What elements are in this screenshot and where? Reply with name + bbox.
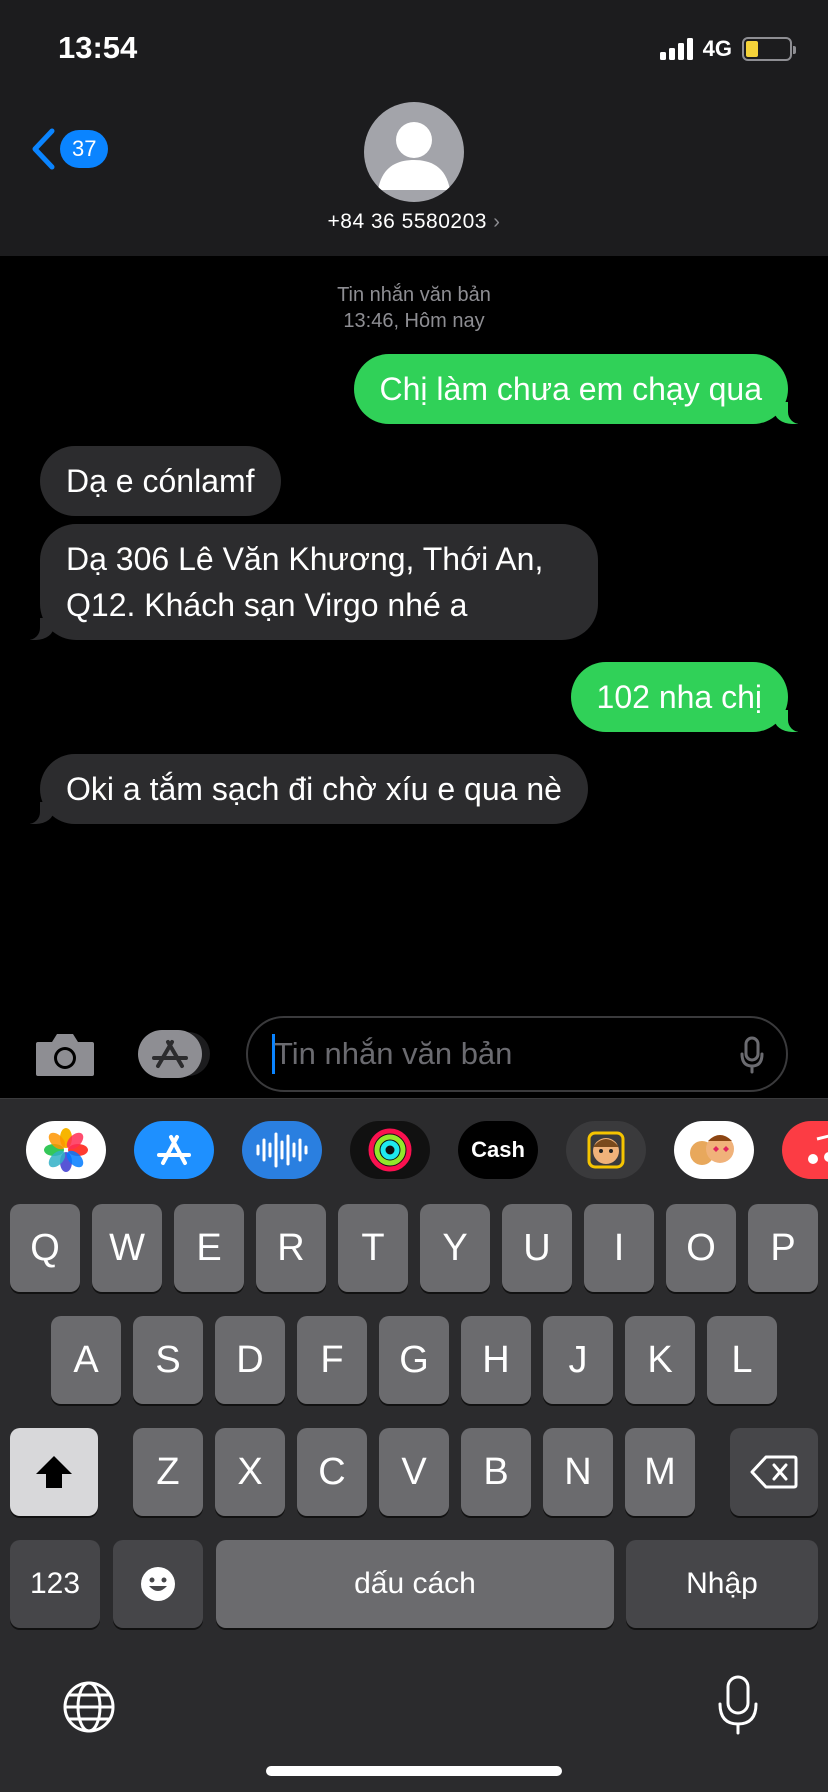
- key-w[interactable]: W: [92, 1204, 162, 1292]
- memoji-app-icon[interactable]: [566, 1121, 646, 1179]
- photos-app-icon[interactable]: [26, 1121, 106, 1179]
- imessage-app-strip: Cash: [0, 1098, 828, 1204]
- delete-icon: [750, 1455, 798, 1489]
- message-bubble-received[interactable]: Oki a tắm sạch đi chờ xíu e qua nè: [18, 754, 588, 824]
- message-bubble-received[interactable]: Dạ 306 Lê Văn Khương, Thới An, Q12. Khác…: [18, 524, 598, 640]
- key-d[interactable]: D: [215, 1316, 285, 1404]
- key-b[interactable]: B: [461, 1428, 531, 1516]
- key-f[interactable]: F: [297, 1316, 367, 1404]
- key-v[interactable]: V: [379, 1428, 449, 1516]
- return-key[interactable]: Nhập: [626, 1540, 818, 1628]
- audio-message-app-icon[interactable]: [242, 1121, 322, 1179]
- numbers-key[interactable]: 123: [10, 1540, 100, 1628]
- key-m[interactable]: M: [625, 1428, 695, 1516]
- app-store-app-icon[interactable]: [134, 1121, 214, 1179]
- camera-icon[interactable]: [34, 1030, 96, 1078]
- conversation-header: 13:54 4G 37 +84 36 5580203 ›: [0, 0, 828, 256]
- apple-cash-label: Cash: [471, 1137, 525, 1162]
- key-z[interactable]: Z: [133, 1428, 203, 1516]
- battery-icon: [742, 37, 796, 61]
- emoji-icon: [141, 1567, 175, 1601]
- key-i[interactable]: I: [584, 1204, 654, 1292]
- space-key[interactable]: dấu cách: [216, 1540, 614, 1628]
- key-q[interactable]: Q: [10, 1204, 80, 1292]
- keyboard: Q W E R T Y U I O P A S D F G H J K L Z …: [0, 1204, 828, 1792]
- emoji-key[interactable]: [113, 1540, 203, 1628]
- message-type-label: Tin nhắn văn bản: [337, 284, 491, 306]
- key-e[interactable]: E: [174, 1204, 244, 1292]
- key-k[interactable]: K: [625, 1316, 695, 1404]
- key-s[interactable]: S: [133, 1316, 203, 1404]
- contact-name[interactable]: +84 36 5580203 ›: [0, 210, 828, 234]
- message-bubble-sent[interactable]: 102 nha chị: [570, 662, 811, 732]
- app-store-icon[interactable]: [138, 1030, 212, 1078]
- message-timestamp: 13:46, Hôm nay: [343, 310, 485, 332]
- key-o[interactable]: O: [666, 1204, 736, 1292]
- key-y[interactable]: Y: [420, 1204, 490, 1292]
- key-t[interactable]: T: [338, 1204, 408, 1292]
- contact-avatar[interactable]: [364, 102, 464, 202]
- home-indicator[interactable]: [266, 1766, 562, 1776]
- key-j[interactable]: J: [543, 1316, 613, 1404]
- key-n[interactable]: N: [543, 1428, 613, 1516]
- message-input-placeholder: Tin nhắn văn bản: [274, 1036, 513, 1071]
- shift-arrow-icon: [36, 1456, 72, 1488]
- key-a[interactable]: A: [51, 1316, 121, 1404]
- globe-icon[interactable]: [62, 1680, 116, 1734]
- apple-cash-app-icon[interactable]: Cash: [458, 1121, 538, 1179]
- key-l[interactable]: L: [707, 1316, 777, 1404]
- fitness-app-icon[interactable]: [350, 1121, 430, 1179]
- message-bubble-sent[interactable]: Chị làm chưa em chạy qua: [353, 354, 811, 424]
- key-r[interactable]: R: [256, 1204, 326, 1292]
- key-c[interactable]: C: [297, 1428, 367, 1516]
- shift-key[interactable]: [10, 1428, 98, 1516]
- animoji-stickers-app-icon[interactable]: [674, 1121, 754, 1179]
- status-time: 13:54: [58, 30, 138, 65]
- chevron-right-icon: ›: [493, 211, 501, 233]
- key-h[interactable]: H: [461, 1316, 531, 1404]
- person-icon: [378, 122, 450, 190]
- unread-count-badge: 37: [60, 130, 109, 168]
- backspace-key[interactable]: [730, 1428, 818, 1516]
- key-p[interactable]: P: [748, 1204, 818, 1292]
- dictation-keyboard-icon[interactable]: [716, 1674, 760, 1736]
- signal-icon: [659, 38, 693, 60]
- message-input[interactable]: Tin nhắn văn bản: [246, 1016, 788, 1092]
- message-bubble-received[interactable]: Dạ e cónlamf: [40, 446, 281, 516]
- key-x[interactable]: X: [215, 1428, 285, 1516]
- key-g[interactable]: G: [379, 1316, 449, 1404]
- back-button[interactable]: 37: [30, 128, 109, 170]
- chevron-left-icon: [32, 128, 55, 170]
- music-app-icon[interactable]: [782, 1121, 828, 1179]
- network-type: 4G: [702, 36, 732, 61]
- dictation-icon[interactable]: [740, 1036, 764, 1074]
- status-indicators: 4G: [659, 36, 796, 62]
- key-u[interactable]: U: [502, 1204, 572, 1292]
